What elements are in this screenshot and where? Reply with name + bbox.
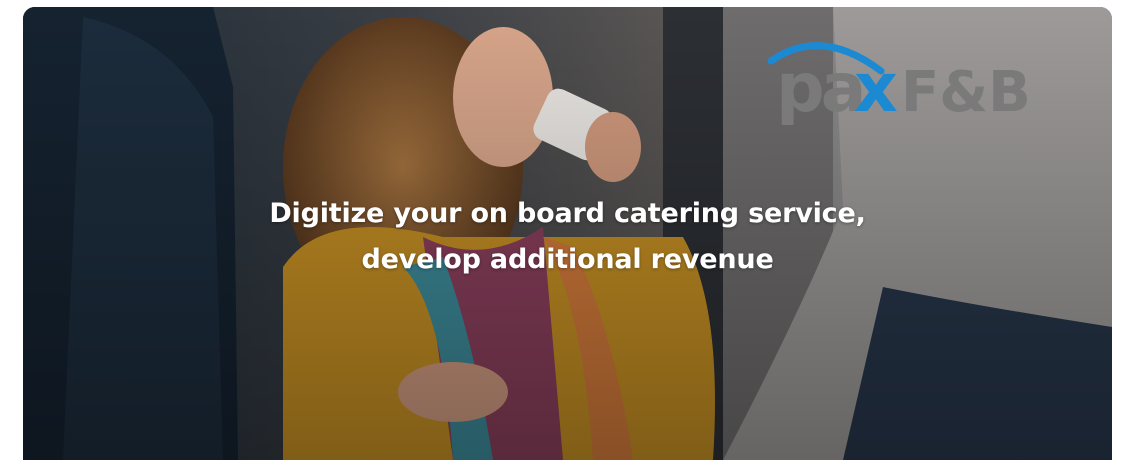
hero-headline-line1: Digitize your on board catering service, <box>269 198 866 229</box>
hero-headline-line2: develop additional revenue <box>361 244 774 275</box>
logo-fb-text: F&B <box>901 60 1031 125</box>
logo-x-text: x <box>854 49 898 128</box>
paxfb-logo: pa x F&B <box>751 31 1051 131</box>
hero-banner: pa x F&B Digitize your on board catering… <box>23 7 1112 460</box>
logo-pax-text: pa <box>776 49 863 128</box>
